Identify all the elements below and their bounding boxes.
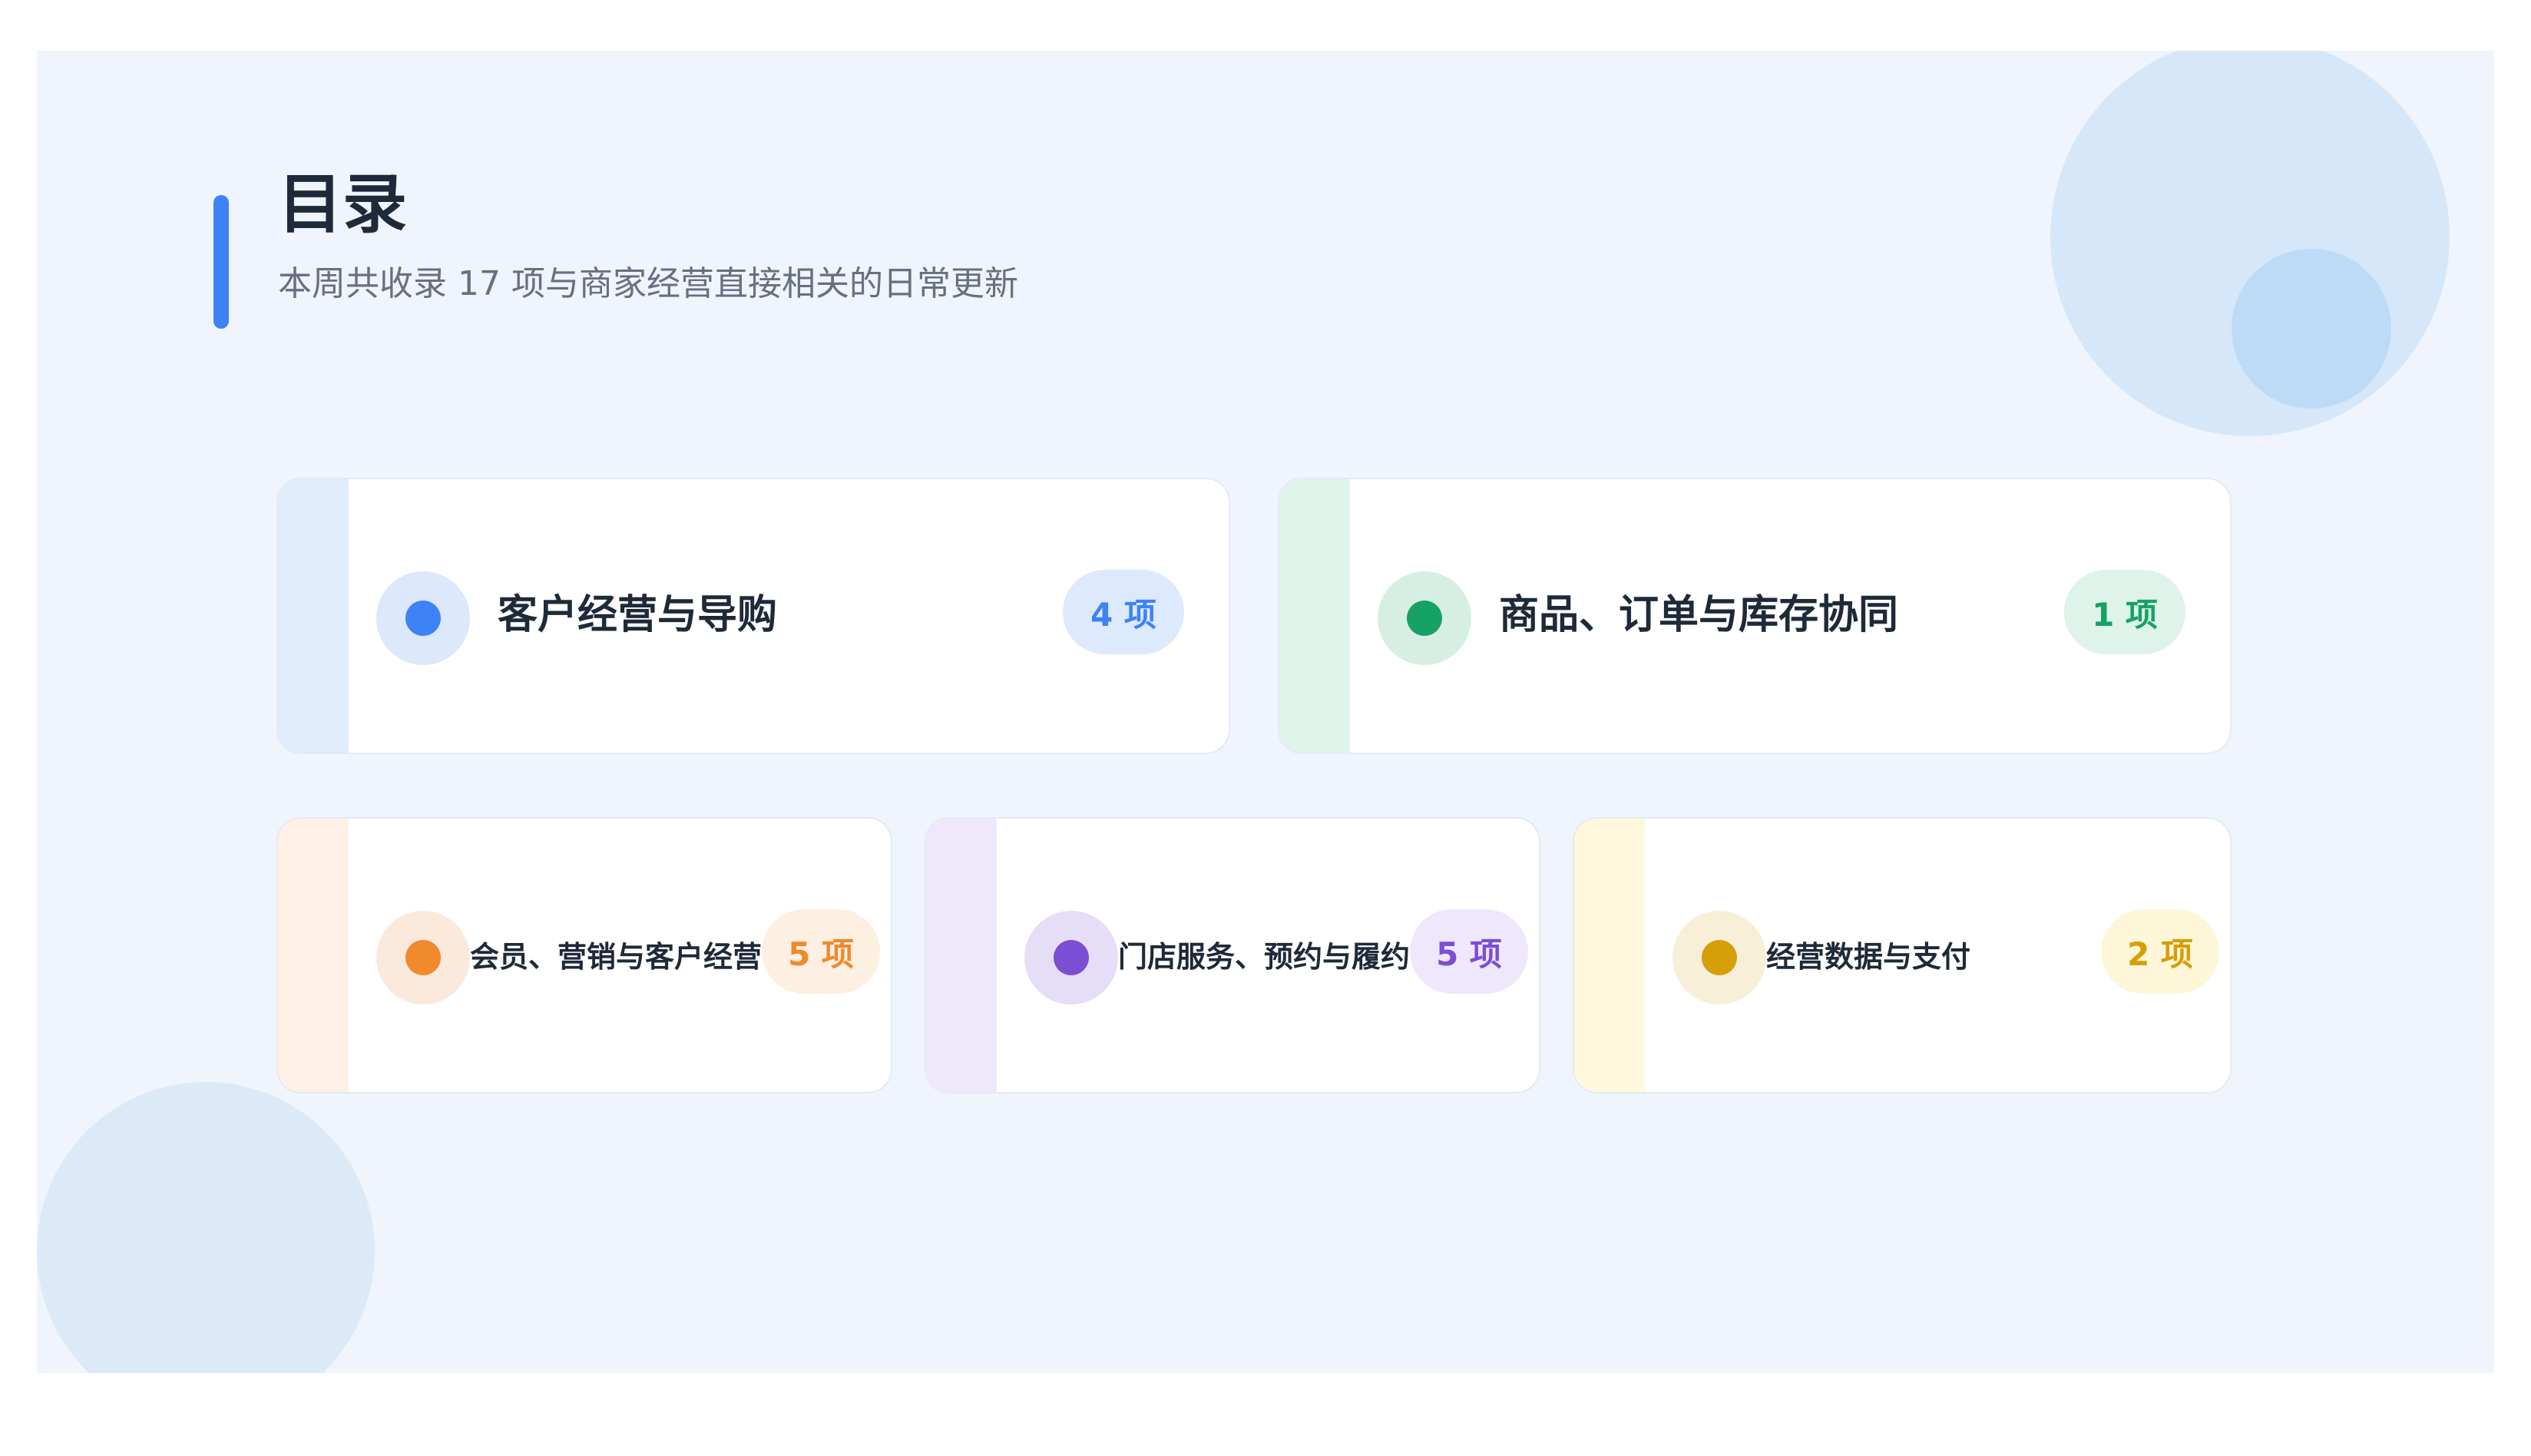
card-color-strip [1279, 479, 1350, 753]
category-card-data-payment[interactable]: 经营数据与支付 2 项 [1573, 817, 2232, 1094]
category-label: 客户经营与导购 [498, 592, 778, 638]
blue-dot-icon [405, 601, 441, 636]
count-badge: 1 项 [2064, 570, 2185, 654]
category-label: 经营数据与支付 [1766, 940, 1971, 974]
orange-dot-icon [405, 940, 441, 975]
count-badge: 2 项 [2101, 909, 2219, 994]
page-subtitle: 本周共收录 17 项与商家经营直接相关的日常更新 [278, 264, 1018, 303]
category-card-store-service[interactable]: 门店服务、预约与履约 5 项 [925, 817, 1540, 1094]
page-title: 目录 [278, 167, 408, 242]
decorative-circle-bottom [37, 1082, 375, 1373]
category-card-product-order-inventory[interactable]: 商品、订单与库存协同 1 项 [1278, 478, 2232, 754]
green-dot-icon [1407, 601, 1442, 636]
card-color-strip [278, 479, 349, 753]
count-badge: 5 项 [1410, 909, 1528, 994]
count-badge: 4 项 [1063, 570, 1184, 654]
decorative-circle-small [2232, 249, 2391, 409]
purple-dot-icon [1054, 940, 1089, 975]
card-color-strip [278, 819, 349, 1092]
title-accent-bar [213, 195, 229, 329]
category-card-member-marketing[interactable]: 会员、营销与客户经营 5 项 [276, 817, 892, 1094]
yellow-dot-icon [1702, 940, 1737, 975]
category-card-customer-guide[interactable]: 客户经营与导购 4 项 [276, 478, 1230, 754]
category-label: 商品、订单与库存协同 [1499, 592, 1899, 638]
category-label: 门店服务、预约与履约 [1118, 940, 1411, 974]
category-label: 会员、营销与客户经营 [470, 940, 763, 974]
card-color-strip [926, 819, 997, 1092]
card-color-strip [1574, 819, 1645, 1092]
count-badge: 5 项 [762, 909, 880, 994]
